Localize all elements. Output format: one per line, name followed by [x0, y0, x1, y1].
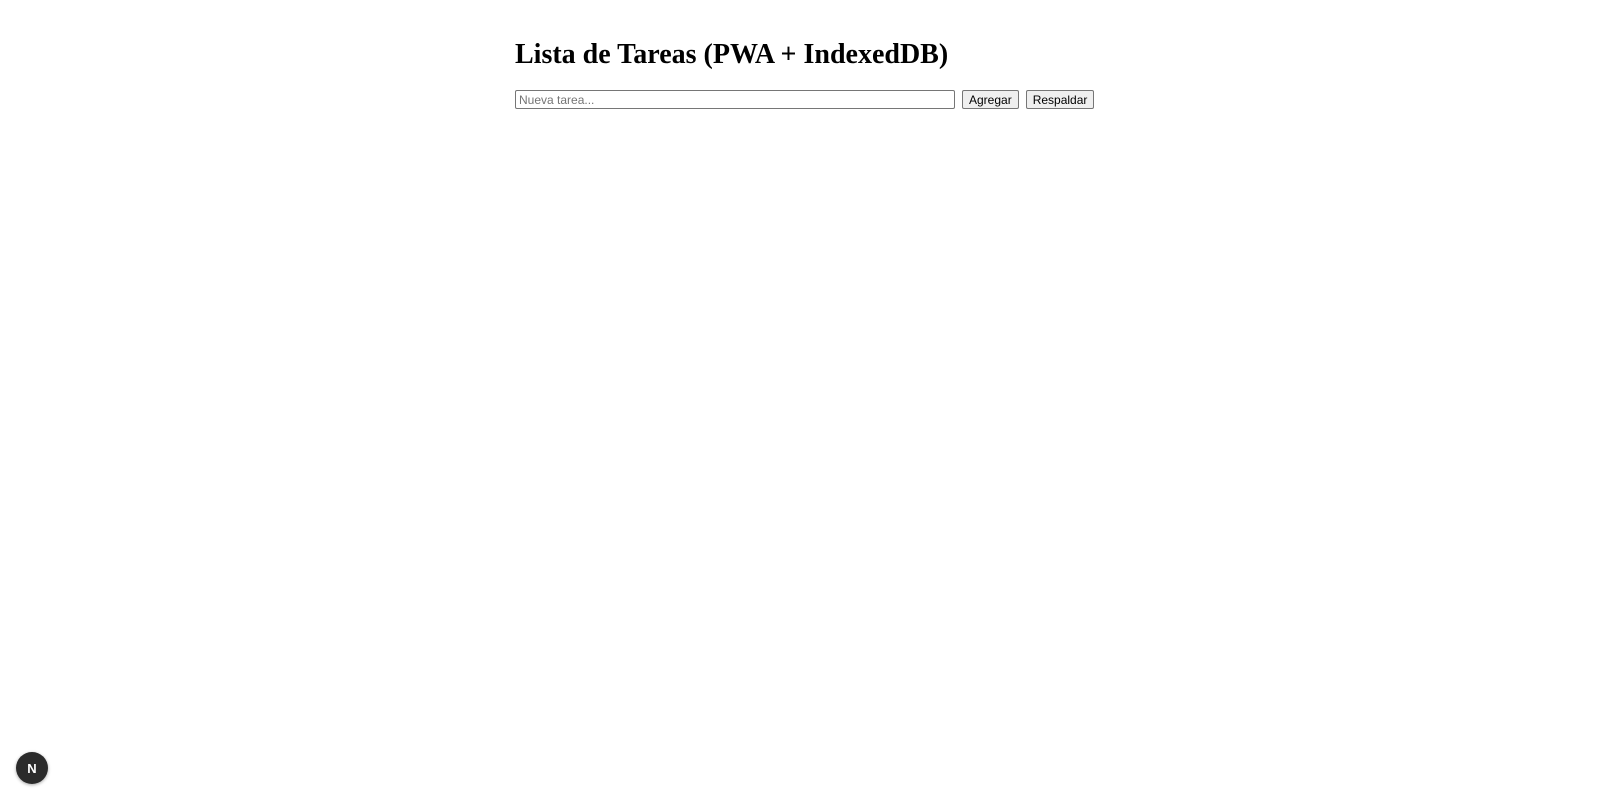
- add-task-button[interactable]: Agregar: [962, 90, 1019, 109]
- add-task-form: Agregar Respaldar: [515, 90, 1095, 109]
- nextjs-dev-indicator-button[interactable]: N: [16, 752, 48, 784]
- new-task-input[interactable]: [515, 90, 955, 109]
- nextjs-logo-icon: N: [27, 760, 37, 776]
- page-title: Lista de Tareas (PWA + IndexedDB): [515, 39, 949, 70]
- backup-button[interactable]: Respaldar: [1025, 90, 1095, 109]
